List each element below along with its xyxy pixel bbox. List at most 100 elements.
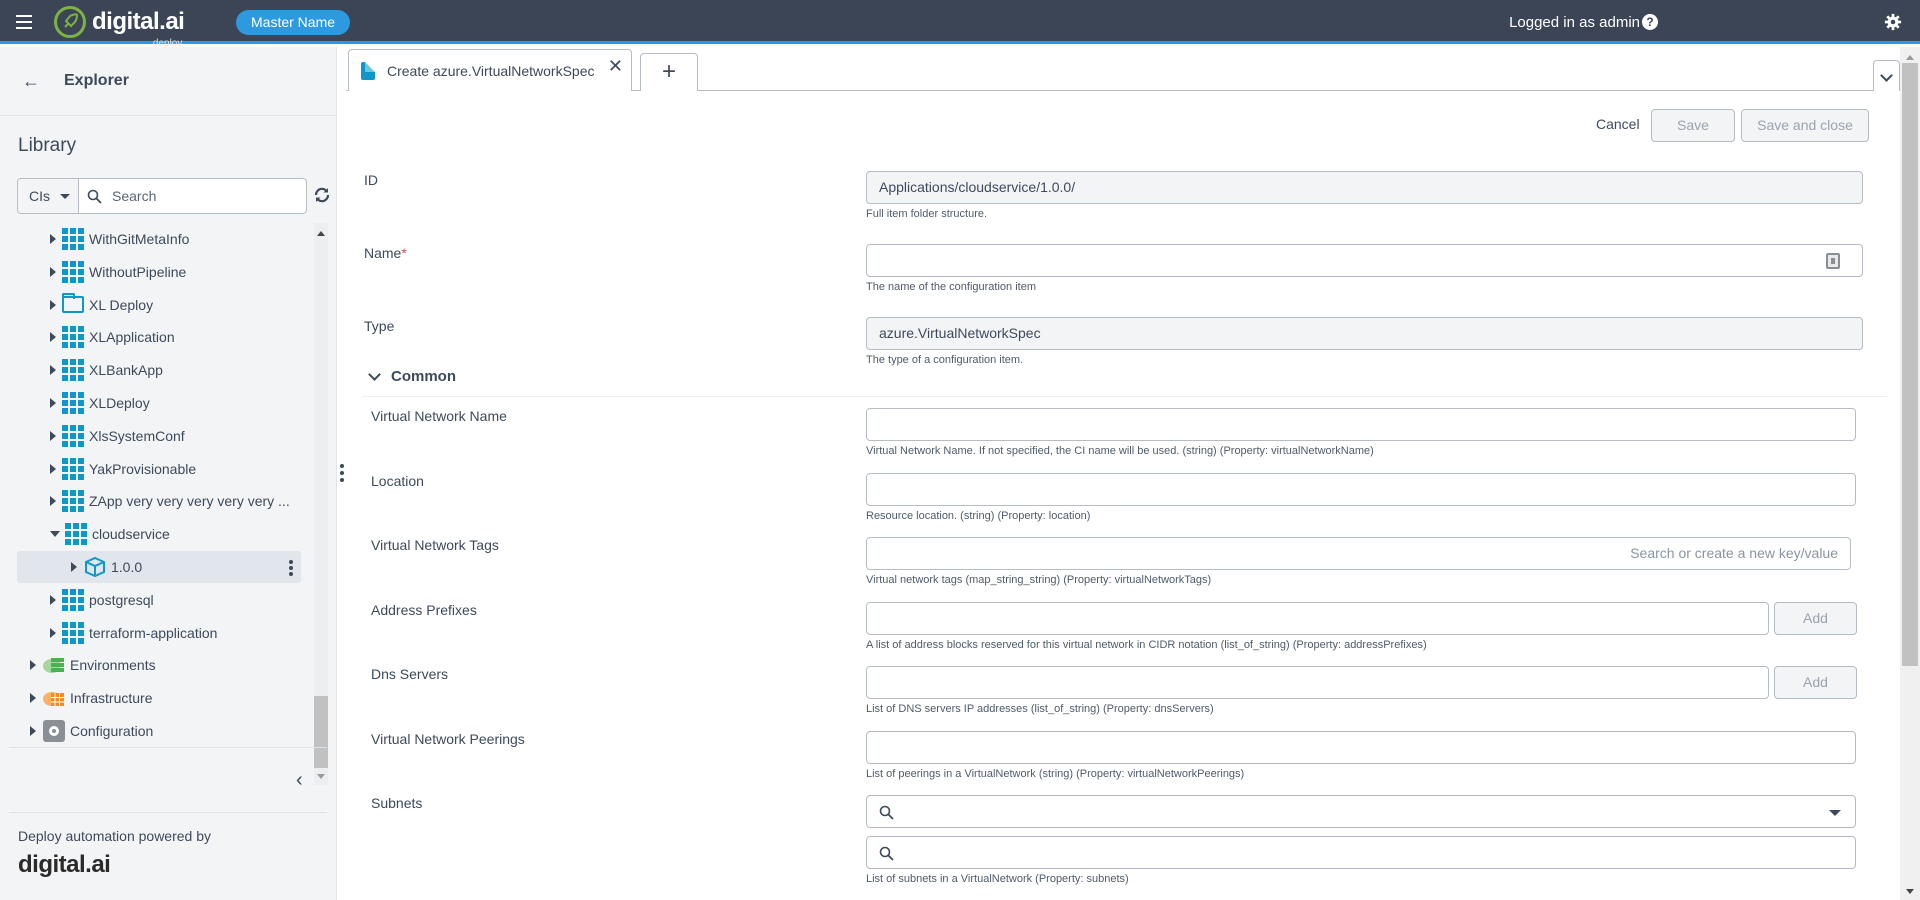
tree-item-label: XLApplication [89,329,175,346]
caret-right-icon[interactable] [50,398,56,408]
caret-right-icon[interactable] [50,365,56,376]
scroll-up-icon[interactable] [317,231,325,236]
caret-right-icon[interactable] [50,496,56,507]
add-dns-server-button[interactable]: Add [1774,666,1857,699]
tab-create-virtualnetworkspec[interactable]: Create azure.VirtualNetworkSpec ✕ [348,49,632,91]
library-heading: Library [18,135,77,156]
tree-item[interactable]: XLDeploy [0,387,300,419]
tree-item[interactable]: WithGitMetaInfo [0,223,300,255]
type-field[interactable]: azure.VirtualNetworkSpec [866,317,1863,350]
address-prefixes-field[interactable] [866,602,1769,635]
virtual-network-peerings-field[interactable] [866,731,1856,764]
virtual-network-peerings-label: Virtual Network Peerings [371,731,525,747]
name-field[interactable] [866,244,1863,277]
tree-item[interactable]: ZApp very very very very very ... [0,485,300,517]
close-tab-icon[interactable]: ✕ [608,56,623,77]
caret-right-icon[interactable] [50,594,56,605]
subnets-search-field[interactable] [866,836,1856,869]
scroll-down-icon[interactable] [1906,889,1914,894]
contact-card-icon[interactable] [1826,253,1840,269]
name-label-text: Name [364,245,402,261]
caret-down-icon[interactable] [50,531,60,538]
dns-servers-field[interactable] [866,666,1769,699]
save-and-close-button[interactable]: Save and close [1741,109,1869,142]
caret-right-icon[interactable] [30,693,36,704]
caret-right-icon[interactable] [50,463,56,474]
tab-list-chevron-down-icon[interactable] [1873,60,1900,91]
add-address-prefix-button[interactable]: Add [1774,602,1857,635]
caret-right-icon[interactable] [50,234,56,244]
caret-right-icon[interactable] [30,660,36,671]
explorer-header: ← Explorer [0,47,336,116]
common-section-toggle[interactable]: Common [368,367,456,385]
virtual-network-name-help: Virtual Network Name. If not specified, … [866,445,1374,457]
tree-scroll-thumb[interactable] [314,696,328,768]
sidebar-resize-handle[interactable] [340,464,344,485]
tree-item[interactable]: Configuration [0,715,300,747]
caret-right-icon[interactable] [50,332,56,343]
subnets-dropdown[interactable] [866,795,1856,828]
caret-right-icon[interactable] [30,726,36,736]
tree-item-label: WithoutPipeline [89,263,187,280]
master-name-button[interactable]: Master Name [236,10,351,35]
tree-item[interactable]: XL Deploy [0,289,300,321]
explorer-sidebar: ← Explorer Library CIs WithGitMetaInfo Wi… [0,47,337,900]
virtual-network-peerings-help: List of peerings in a VirtualNetwork (st… [866,768,1245,780]
caret-right-icon[interactable] [71,562,77,572]
tree-item[interactable]: Environments [0,649,300,681]
brand-logo[interactable]: digital.ai deploy [54,3,185,49]
tree-scrollbar[interactable] [314,223,328,785]
caret-right-icon[interactable] [50,430,56,441]
caret-right-icon[interactable] [50,627,56,638]
gear-icon[interactable] [1884,13,1902,31]
location-field[interactable] [866,473,1856,506]
tree-item[interactable]: cloudservice [0,518,300,550]
scroll-up-icon[interactable] [1906,55,1914,60]
logged-in-label: Logged in as admin [1509,14,1640,31]
tree-item-label: ZApp very very very very very ... [89,493,290,510]
caret-right-icon[interactable] [50,299,56,310]
search-input[interactable] [112,188,292,204]
ci-filter-select[interactable]: CIs [18,179,79,213]
back-arrow-icon[interactable]: ← [22,71,42,92]
tree-item[interactable]: WithoutPipeline [0,256,300,288]
tree-item-label: Configuration [70,723,154,739]
search-icon [879,805,894,820]
library-search: CIs [17,178,307,214]
virtual-network-name-field[interactable] [866,408,1856,441]
virtual-network-tags-field[interactable]: Search or create a new key/value [866,537,1851,570]
virtual-network-tags-label: Virtual Network Tags [371,537,499,553]
tree-item[interactable]: terraform-application [0,617,300,649]
tab-bar: Create azure.VirtualNetworkSpec ✕ + [346,47,1900,91]
application-grid-icon [62,588,84,611]
powered-by-text: Deploy automation powered by [18,828,212,844]
caret-right-icon[interactable] [50,266,56,277]
collapse-sidebar-icon[interactable]: ‹ [296,769,303,792]
cancel-button[interactable]: Cancel [1596,116,1640,132]
name-label: Name* [364,245,407,261]
tree-item[interactable]: XLApplication [0,321,300,353]
add-tab-button[interactable]: + [640,53,698,91]
tree-item[interactable]: 1.0.0 [17,551,301,583]
id-field[interactable]: Applications/cloudservice/1.0.0/ [866,171,1863,204]
type-label: Type [364,318,395,334]
tree-item[interactable]: XlsSystemConf [0,420,300,452]
tree-item[interactable]: Infrastructure [0,682,300,714]
main-scroll-thumb[interactable] [1902,63,1918,666]
rocket-icon [54,6,86,38]
tree-item[interactable]: postgresql [0,584,300,616]
tree-item[interactable]: YakProvisionable [0,453,300,485]
section-title: Common [391,368,456,385]
caret-down-icon[interactable] [1829,810,1841,816]
tree-item-label: 1.0.0 [111,559,143,575]
more-options-icon[interactable] [289,560,293,578]
main-scrollbar[interactable] [1900,47,1920,900]
scroll-down-icon[interactable] [317,774,325,779]
tree-item[interactable]: XLBankApp [0,354,300,386]
save-button[interactable]: Save [1651,109,1735,142]
tree-item-label: Infrastructure [70,690,153,707]
refresh-icon[interactable] [313,186,331,204]
help-icon[interactable]: ? [1642,14,1658,30]
dns-servers-help: List of DNS servers IP addresses (list_o… [866,703,1214,715]
hamburger-menu-icon[interactable] [16,15,32,29]
